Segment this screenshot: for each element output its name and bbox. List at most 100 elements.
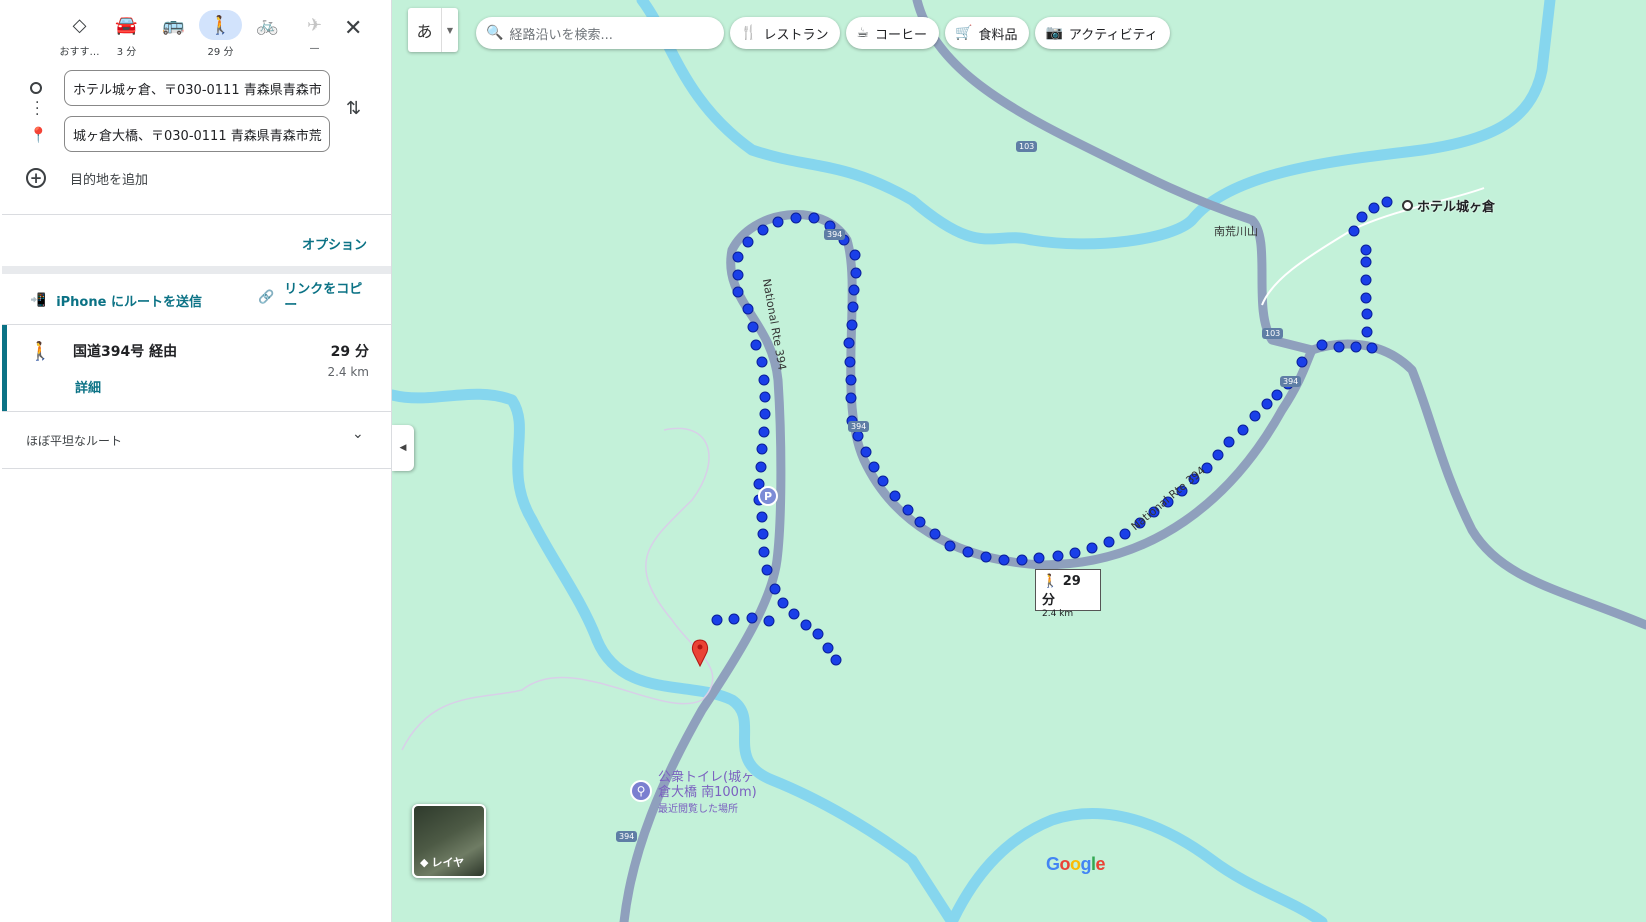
route-dot	[929, 528, 941, 540]
origin-marker[interactable]: ホテル城ヶ倉	[1402, 196, 1495, 215]
route-dot	[757, 528, 769, 540]
route-dot	[1348, 225, 1360, 237]
route-dot	[808, 212, 820, 224]
swap-icon[interactable]: ⇅	[346, 98, 361, 119]
origin-icon	[30, 82, 42, 94]
link-icon: 🔗	[258, 290, 275, 305]
route-dot	[849, 249, 861, 261]
google-logo: Google	[1046, 854, 1106, 874]
route-dot	[844, 356, 856, 368]
add-destination-button[interactable]: + 目的地を追加	[26, 168, 148, 188]
fork-knife-icon: 🍴	[740, 25, 758, 41]
mode-bike[interactable]: 🚲	[246, 10, 289, 58]
route-dot	[812, 628, 824, 640]
walking-icon: 🚶	[199, 10, 242, 40]
poi-name: 公衆トイレ(城ヶ倉大橋 南100m)	[658, 770, 757, 800]
route-dot	[769, 583, 781, 595]
route-dot	[847, 301, 859, 313]
route-dot	[902, 504, 914, 516]
chip-restaurant[interactable]: 🍴 レストラン	[730, 17, 841, 49]
route-search-input[interactable]: 🔍 経路沿いを検索...	[476, 17, 724, 49]
route-dot	[830, 654, 842, 666]
mode-transit[interactable]: 🚌	[152, 10, 195, 58]
ime-dropdown-icon[interactable]: ▼	[442, 8, 458, 52]
car-icon: 🚘	[115, 14, 138, 36]
mode-walk[interactable]: 🚶 29 分	[199, 10, 242, 58]
route-dot	[763, 615, 775, 627]
layers-label: レイヤ	[431, 856, 465, 869]
route-dot	[1261, 398, 1273, 410]
route-dot	[1086, 542, 1098, 554]
layers-button[interactable]: ◆ レイヤ	[412, 804, 486, 878]
options-link[interactable]: オプション	[302, 234, 367, 253]
origin-label: ホテル城ヶ倉	[1417, 200, 1496, 215]
chip-activity-label: アクティビティ	[1068, 27, 1158, 43]
route-details-link[interactable]: 詳細	[75, 377, 101, 396]
origin-input[interactable]: ホテル城ヶ倉、〒030-0111 青森県青森市	[64, 70, 330, 106]
route-dot	[1119, 528, 1131, 540]
callout-distance: 2.4 km	[1042, 609, 1074, 619]
add-destination-label: 目的地を追加	[70, 172, 149, 188]
layers-icon: ◆	[420, 855, 429, 869]
send-to-phone-button[interactable]: 📲 iPhone にルートを送信	[30, 291, 202, 310]
road-shield-103b: 103	[1262, 328, 1284, 339]
diamond-route-icon: ◇	[72, 14, 87, 36]
route-dot	[889, 490, 901, 502]
route-dot	[742, 236, 754, 248]
mode-best[interactable]: ◇ おすす…	[58, 10, 101, 59]
chevron-left-icon: ◀	[399, 443, 407, 453]
route-dot	[757, 224, 769, 236]
route-dot	[711, 614, 723, 626]
route-dot	[756, 443, 768, 455]
chip-activity[interactable]: 📷 アクティビティ	[1035, 17, 1170, 49]
restroom-icon: ⚲	[630, 780, 652, 802]
ime-toggle[interactable]: あ ▼	[408, 8, 458, 52]
close-icon[interactable]: ✕	[344, 16, 362, 41]
route-dot	[868, 461, 880, 473]
route-time-callout[interactable]: 🚶 29 分 2.4 km	[1035, 569, 1101, 619]
terrain-note: ほぼ平坦なルート	[26, 434, 123, 448]
road-shield-394: 394	[824, 229, 846, 240]
route-dot	[845, 374, 857, 386]
route-dot	[747, 321, 759, 333]
route-dot	[1296, 356, 1308, 368]
map-chip-bar: 🔍 経路沿いを検索... 🍴 レストラン ☕ コーヒー 🛒 食料品 📷 アクティ…	[476, 17, 1170, 49]
route-dot	[1316, 339, 1328, 351]
route-dot	[848, 284, 860, 296]
copy-link-button[interactable]: 🔗 リンクをコピー	[258, 282, 368, 314]
route-dot	[1361, 326, 1373, 338]
mode-best-label: おすす…	[59, 47, 100, 58]
divider	[2, 411, 391, 412]
poi-toilet[interactable]: ⚲ 公衆トイレ(城ヶ倉大橋 南100m) 最近閲覧した場所	[630, 770, 762, 815]
chip-grocery[interactable]: 🛒 食料品	[945, 17, 1030, 49]
route-dot	[732, 251, 744, 263]
chip-coffee[interactable]: ☕ コーヒー	[846, 17, 940, 49]
route-dot	[790, 212, 802, 224]
route-dot	[852, 430, 864, 442]
route-option[interactable]: 🚶 国道394号 経由 詳細 29 分 2.4 km	[2, 325, 391, 411]
mode-drive[interactable]: 🚘 3 分	[105, 10, 148, 59]
route-dot	[753, 478, 765, 490]
directions-panel: ◇ おすす… 🚘 3 分 🚌 🚶 29 分 🚲 ✈ — ✕ · · · 📍 ホテル城ヶ倉、〒030-0…	[0, 0, 392, 922]
route-dot	[1360, 274, 1372, 286]
route-dot	[860, 446, 872, 458]
destination-input[interactable]: 城ヶ倉大橋、〒030-0111 青森県青森市荒	[64, 116, 330, 152]
divider	[2, 468, 391, 469]
route-via: 国道394号 経由	[73, 344, 178, 360]
send-to-phone-label: iPhone にルートを送信	[56, 295, 202, 310]
route-dot	[758, 546, 770, 558]
walking-icon: 🚶	[1042, 574, 1059, 589]
chevron-down-icon[interactable]: ⌄	[352, 426, 364, 442]
route-dot	[850, 267, 862, 279]
road-shield-394c: 394	[1280, 376, 1302, 387]
route-dot	[755, 461, 767, 473]
route-dot	[756, 511, 768, 523]
bus-icon: 🚌	[162, 14, 185, 36]
collapse-panel-button[interactable]: ◀	[392, 425, 414, 471]
map-canvas[interactable]: P 103 103 394 394 394 394 National Rte 3…	[392, 0, 1646, 922]
airplane-icon: ✈	[306, 14, 323, 36]
travel-mode-bar: ◇ おすす… 🚘 3 分 🚌 🚶 29 分 🚲 ✈ —	[58, 10, 336, 58]
mode-flight[interactable]: ✈ —	[293, 10, 336, 58]
route-dot	[1249, 410, 1261, 422]
route-dot	[1016, 554, 1028, 566]
